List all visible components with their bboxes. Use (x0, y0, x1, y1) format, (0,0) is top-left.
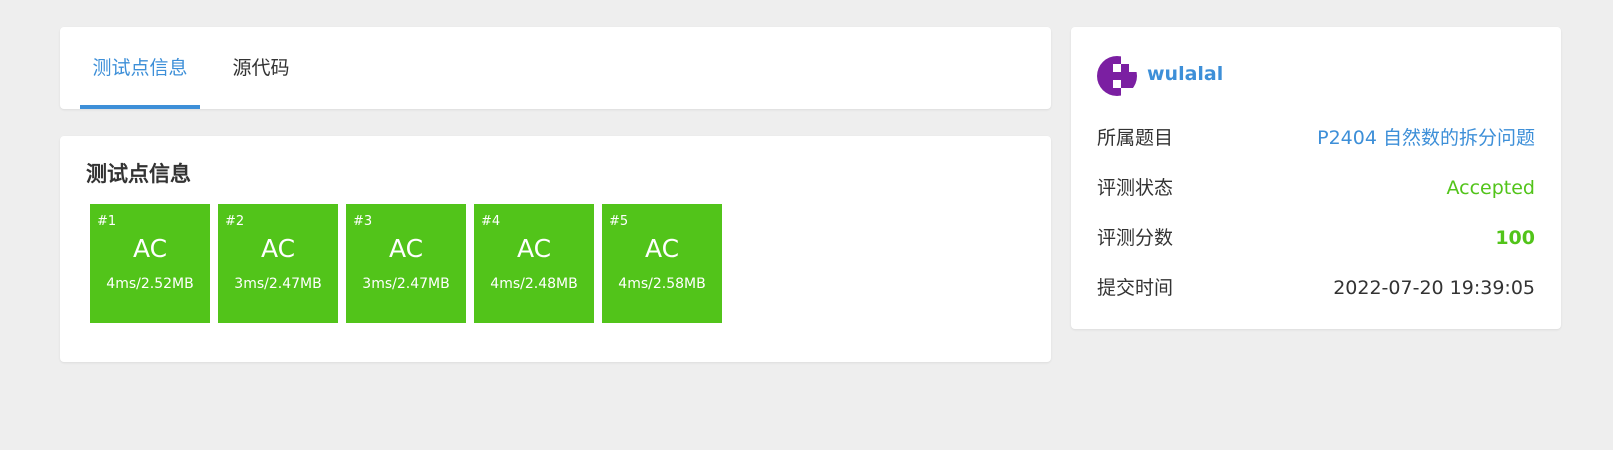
testcase-status: AC (388, 234, 424, 263)
testcase-number: #4 (481, 214, 501, 229)
username-link[interactable]: wulalal (1147, 63, 1223, 85)
testcase-status: AC (644, 234, 680, 263)
testcase-tile[interactable]: #4 AC 4ms/2.48MB (474, 204, 594, 323)
testcase-number: #2 (225, 214, 245, 229)
testcase-time-memory: 4ms/2.52MB (106, 276, 194, 292)
testcase-status: AC (516, 234, 552, 263)
problem-link[interactable]: P2404 自然数的拆分问题 (1317, 124, 1535, 152)
section-title: 测试点信息 (86, 162, 191, 186)
info-label: 所属题目 (1097, 127, 1174, 149)
info-row-status: 评测状态 Accepted (1097, 174, 1535, 202)
testcase-time-memory: 4ms/2.48MB (490, 276, 578, 292)
testcase-number: #3 (353, 214, 373, 229)
testcase-status: AC (132, 234, 168, 263)
testcase-tile[interactable]: #5 AC 4ms/2.58MB (602, 204, 722, 323)
submit-time-value: 2022-07-20 19:39:05 (1333, 277, 1535, 299)
testcase-card: 测试点信息 #1 AC 4ms/2.52MB #2 AC 3ms/2.47MB … (60, 136, 1051, 362)
testcase-tile[interactable]: #3 AC 3ms/2.47MB (346, 204, 466, 323)
testcase-status: AC (260, 234, 296, 263)
testcase-number: #5 (609, 214, 629, 229)
info-label: 评测状态 (1097, 177, 1174, 199)
identicon-avatar-icon[interactable] (1097, 56, 1137, 96)
testcase-tile[interactable]: #1 AC 4ms/2.52MB (90, 204, 210, 323)
testcase-time-memory: 3ms/2.47MB (362, 276, 450, 292)
testcase-number: #1 (97, 214, 117, 229)
info-row-problem: 所属题目 P2404 自然数的拆分问题 (1097, 124, 1535, 152)
info-label: 评测分数 (1097, 227, 1174, 249)
info-label: 提交时间 (1097, 277, 1174, 299)
tab-source-code[interactable]: 源代码 (219, 27, 303, 109)
info-row-score: 评测分数 100 (1097, 224, 1535, 252)
tabs-card: 测试点信息 源代码 (60, 27, 1051, 109)
testcase-list: #1 AC 4ms/2.52MB #2 AC 3ms/2.47MB #3 AC … (90, 204, 722, 323)
judge-status-value: Accepted (1446, 177, 1535, 199)
testcase-time-memory: 3ms/2.47MB (234, 276, 322, 292)
testcase-time-memory: 4ms/2.58MB (618, 276, 706, 292)
testcase-tile[interactable]: #2 AC 3ms/2.47MB (218, 204, 338, 323)
submission-info-card: wulalal 所属题目 P2404 自然数的拆分问题 评测状态 Accepte… (1071, 27, 1561, 329)
info-row-submit-time: 提交时间 2022-07-20 19:39:05 (1097, 274, 1535, 302)
tab-testcase-info[interactable]: 测试点信息 (80, 27, 200, 109)
score-value: 100 (1495, 227, 1535, 249)
